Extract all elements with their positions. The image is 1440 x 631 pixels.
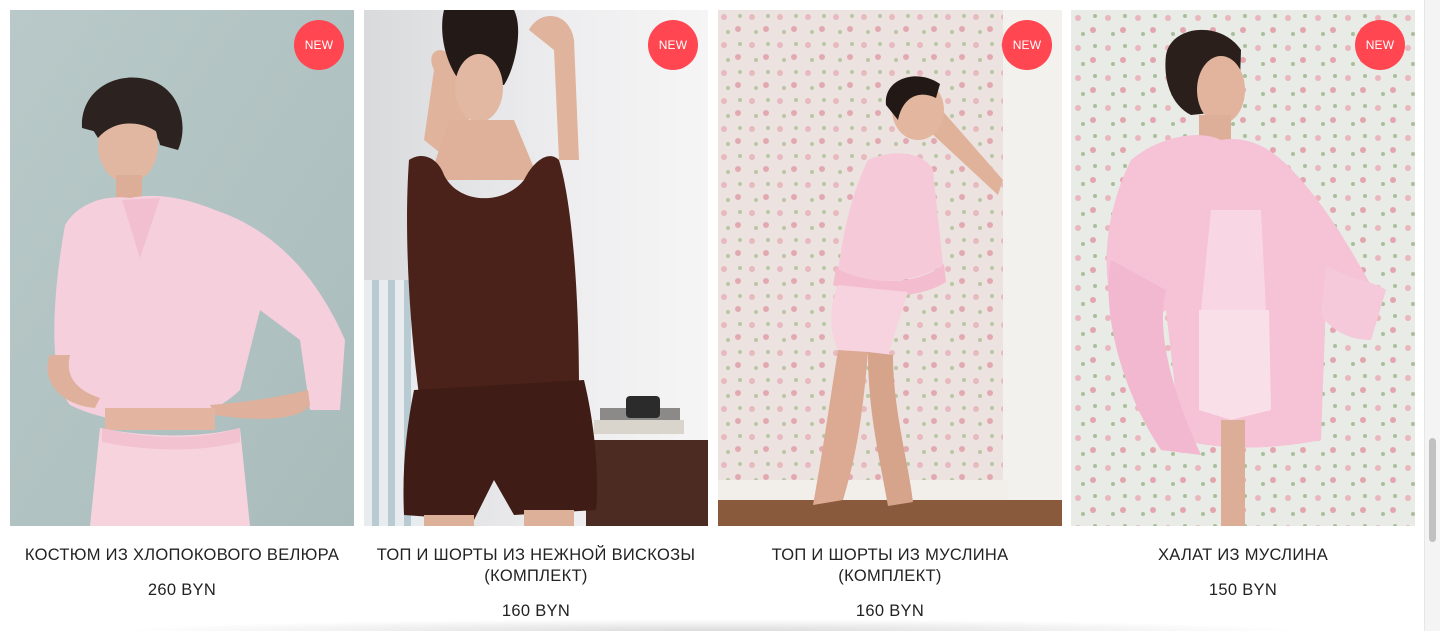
product-card[interactable]: NEW ХАЛАТ ИЗ МУСЛИНА 150 BYN (1071, 10, 1415, 631)
bottom-bar-shadow (110, 619, 1310, 631)
product-image[interactable]: NEW (10, 10, 354, 526)
product-title[interactable]: ТОП И ШОРТЫ ИЗ НЕЖНОЙ ВИСКОЗЫ (КОМПЛЕКТ) (364, 545, 708, 587)
product-image[interactable]: NEW (718, 10, 1062, 526)
scrollbar-thumb[interactable] (1429, 438, 1436, 542)
product-photo-viscose (364, 10, 708, 526)
product-grid: NEW КОСТЮМ ИЗ ХЛОПОКОВОГО ВЕЛЮРА 260 BYN (10, 10, 1415, 631)
new-badge: NEW (1002, 20, 1052, 70)
product-image[interactable]: NEW (364, 10, 708, 526)
product-photo-velour (10, 10, 354, 526)
product-card[interactable]: NEW ТОП И ШОРТЫ ИЗ МУСЛИНА (КОМПЛЕКТ) 16… (718, 10, 1062, 631)
product-image[interactable]: NEW (1071, 10, 1415, 526)
product-photo-muslin-robe (1071, 10, 1415, 526)
product-card[interactable]: NEW КОСТЮМ ИЗ ХЛОПОКОВОГО ВЕЛЮРА 260 BYN (10, 10, 354, 631)
catalog-page: NEW КОСТЮМ ИЗ ХЛОПОКОВОГО ВЕЛЮРА 260 BYN (0, 0, 1440, 631)
vertical-scrollbar[interactable] (1424, 0, 1440, 631)
product-card[interactable]: NEW ТОП И ШОРТЫ ИЗ НЕЖНОЙ ВИСКОЗЫ (КОМПЛ… (364, 10, 708, 631)
new-badge: NEW (1355, 20, 1405, 70)
new-badge: NEW (294, 20, 344, 70)
product-title[interactable]: ХАЛАТ ИЗ МУСЛИНА (1071, 545, 1415, 566)
product-price: 260 BYN (147, 581, 217, 599)
product-price: 150 BYN (1208, 581, 1278, 599)
product-photo-muslin-set (718, 10, 1062, 526)
new-badge: NEW (648, 20, 698, 70)
product-title[interactable]: ТОП И ШОРТЫ ИЗ МУСЛИНА (КОМПЛЕКТ) (718, 545, 1062, 587)
product-title[interactable]: КОСТЮМ ИЗ ХЛОПОКОВОГО ВЕЛЮРА (10, 545, 354, 566)
